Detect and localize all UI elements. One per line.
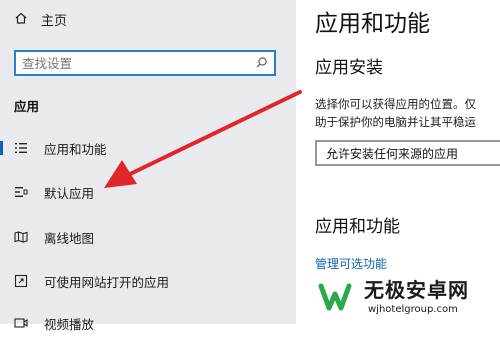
sidebar-item-offline-maps[interactable]: 离线地图 [0,222,296,252]
sidebar-item-label: 可使用网站打开的应用 [44,274,170,290]
home-icon [14,10,28,29]
sidebar-item-video-playback[interactable]: 视频播放 [0,308,296,338]
default-apps-icon [14,185,28,199]
sidebar-item-website-apps[interactable]: 可使用网站打开的应用 [0,266,296,296]
video-icon [14,316,28,330]
home-label: 主页 [41,13,68,29]
list-icon [14,141,28,155]
website-apps-icon [14,274,28,288]
sidebar-item-label: 默认应用 [44,185,95,201]
install-heading: 应用安装 [315,58,383,78]
install-source-dropdown[interactable]: 允许安装任何来源的应用 [315,140,500,166]
sidebar-item-default-apps[interactable]: 默认应用 [0,177,296,207]
features-heading: 应用和功能 [315,217,400,237]
search-box[interactable] [14,50,276,76]
watermark-logo [313,275,357,319]
install-description-line: 选择你可以获得应用的位置。仅 [315,97,476,111]
map-icon [14,230,28,244]
watermark-url: wjhotelgroup.com [368,304,458,315]
sidebar-item-apps-features[interactable]: 应用和功能 [0,133,296,163]
install-description-line: 助于保护你的电脑并让其平稳运 [315,115,476,129]
settings-sidebar: 主页 应用 应用和功能 [0,0,296,332]
search-input[interactable] [22,55,255,71]
sidebar-item-label: 视频播放 [44,316,95,332]
home-nav-item[interactable]: 主页 [14,8,67,30]
sidebar-item-label: 应用和功能 [44,141,107,157]
search-icon[interactable] [255,54,268,73]
page-title: 应用和功能 [315,11,430,37]
section-title: 应用 [14,99,40,114]
watermark-text: 无极安卓网 [364,278,469,302]
watermark: 无极安卓网 wjhotelgroup.com [312,270,500,324]
install-description: 选择你可以获得应用的位置。仅 助于保护你的电脑并让其平稳运 [315,95,476,131]
sidebar-item-label: 离线地图 [44,230,95,246]
